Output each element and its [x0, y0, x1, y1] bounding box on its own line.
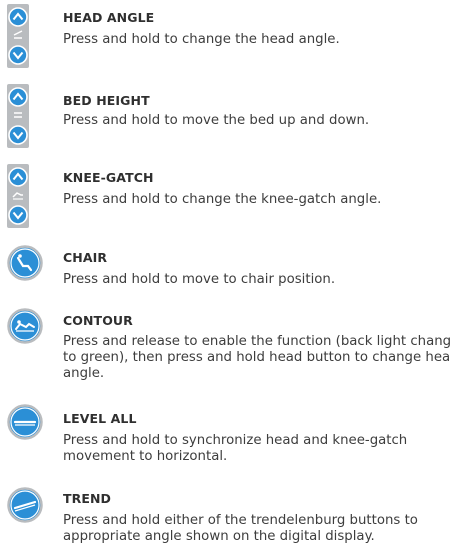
item-title: KNEE-GATCH	[63, 170, 154, 185]
item-title: HEAD ANGLE	[63, 10, 155, 25]
item-description: Press and release to enable the function…	[63, 334, 450, 381]
item-title: CHAIR	[63, 250, 108, 265]
item-title: BED HEIGHT	[63, 93, 150, 108]
trend-icon	[7, 487, 43, 523]
item-description: Press and hold to move to chair position…	[63, 272, 336, 287]
item-description: Press and hold to change the head angle.	[63, 32, 340, 47]
knee-gatch-up-down-icon	[7, 164, 29, 228]
bed-height-up-down-icon	[7, 84, 29, 148]
item-description: Press and hold to move the bed up and do…	[63, 113, 370, 128]
level-all-icon	[7, 404, 43, 440]
item-description: Press and hold to synchronize head and k…	[63, 433, 408, 464]
chair-position-icon	[7, 245, 43, 281]
item-description: Press and hold either of the trendelenbu…	[63, 513, 418, 544]
head-angle-up-down-icon	[7, 4, 29, 68]
item-title: TREND	[63, 491, 112, 506]
contour-icon	[7, 308, 43, 344]
item-description: Press and hold to change the knee-gatch …	[63, 192, 382, 207]
item-title: LEVEL ALL	[63, 411, 137, 426]
item-title: CONTOUR	[63, 313, 133, 328]
